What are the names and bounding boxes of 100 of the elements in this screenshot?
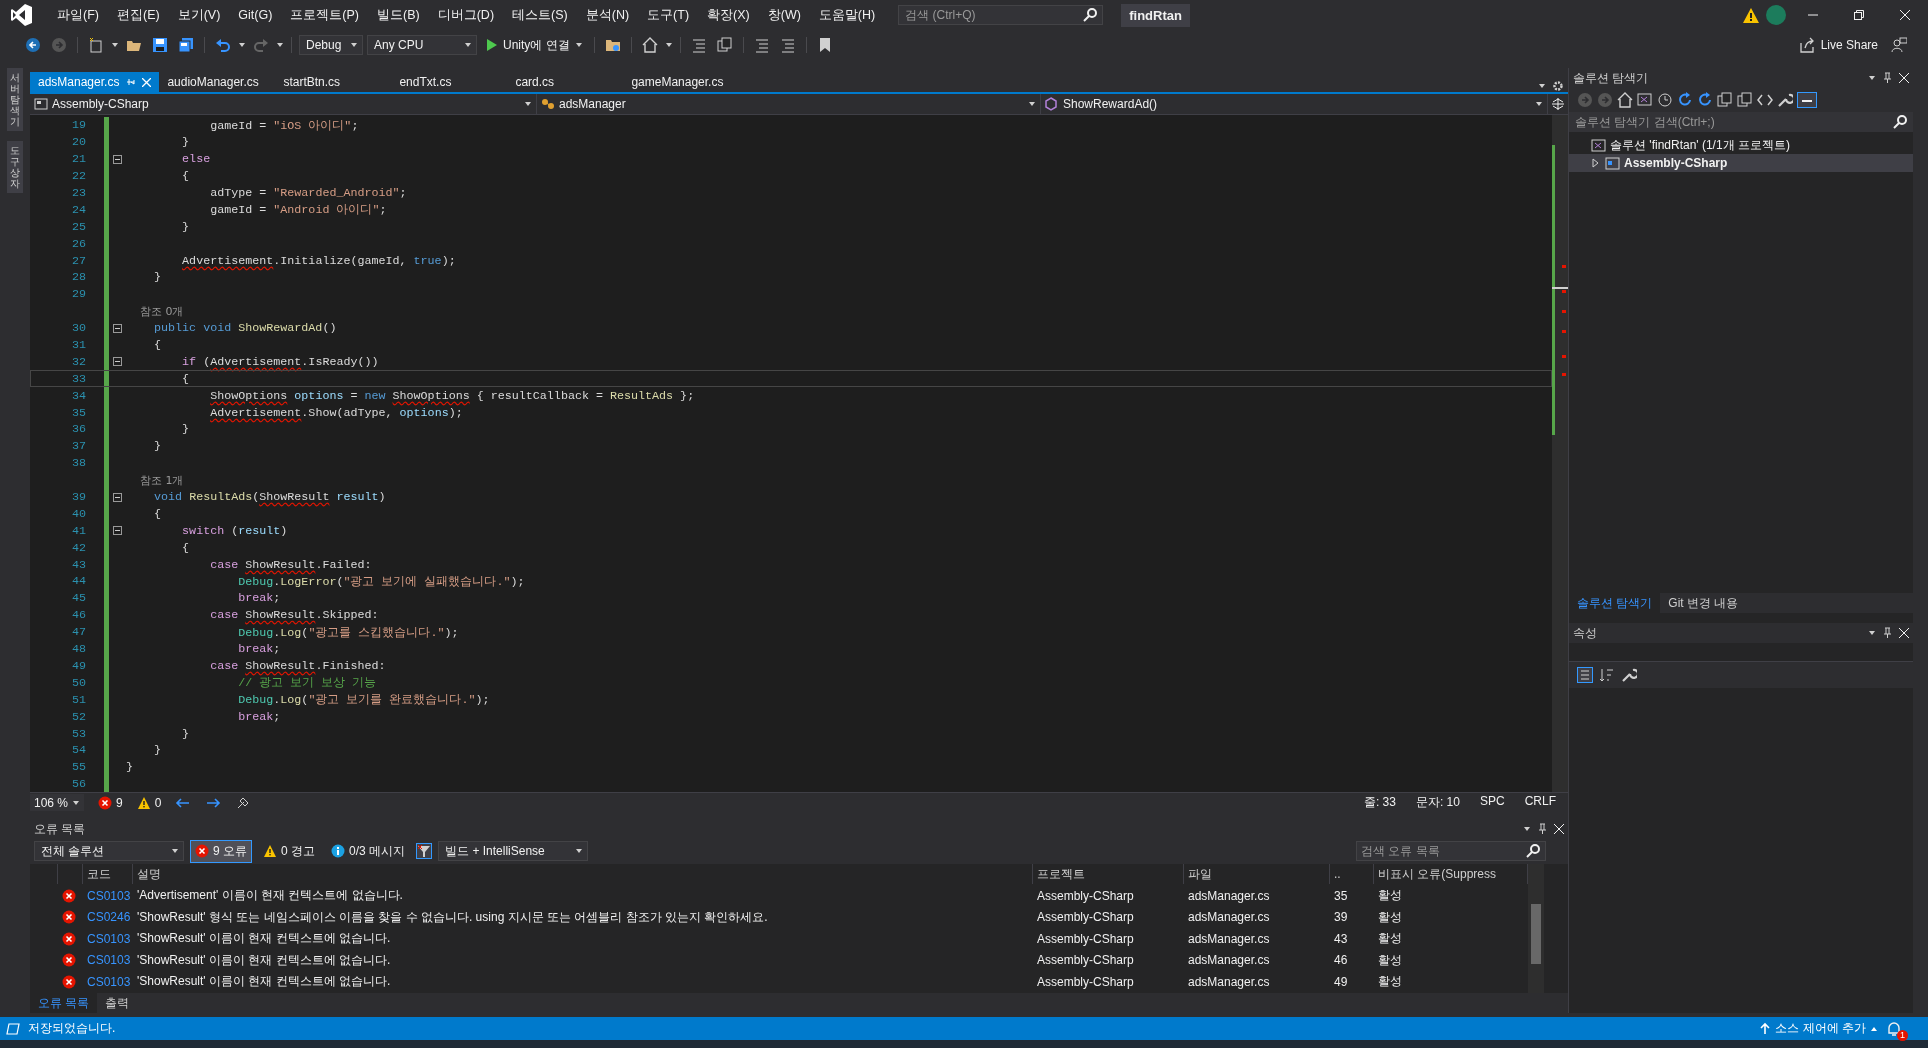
panel-tab[interactable]: 출력 bbox=[97, 993, 138, 1013]
error-code-link[interactable]: CS0103 bbox=[83, 971, 133, 992]
sort-icon[interactable] bbox=[1599, 667, 1615, 683]
collapse-icon[interactable] bbox=[113, 492, 122, 502]
caret-icon[interactable] bbox=[574, 41, 583, 49]
member-dropdown[interactable]: ShowRewardAd() bbox=[1041, 94, 1548, 114]
scope-dropdown[interactable]: 전체 솔루션 bbox=[34, 841, 184, 861]
caret-icon[interactable] bbox=[111, 41, 119, 49]
collapse-icon[interactable] bbox=[113, 357, 122, 367]
tree-item[interactable]: 솔루션 'findRtan' (1/1개 프로젝트) bbox=[1569, 136, 1913, 154]
collapse-icon[interactable] bbox=[113, 526, 122, 536]
menu-item[interactable]: 도구(T) bbox=[638, 2, 699, 28]
configuration-dropdown[interactable]: Debug bbox=[299, 35, 363, 55]
split-icon[interactable] bbox=[1552, 98, 1564, 110]
error-code-link[interactable]: CS0246 bbox=[83, 907, 133, 927]
menu-item[interactable]: 테스트(S) bbox=[503, 2, 577, 28]
document-tab[interactable]: audioManager.cs bbox=[159, 72, 276, 92]
caret-icon[interactable] bbox=[1523, 825, 1531, 833]
caret-icon[interactable] bbox=[664, 41, 673, 49]
search-icon[interactable] bbox=[1083, 8, 1098, 22]
copy-icon[interactable] bbox=[1737, 92, 1753, 108]
restore-icon[interactable] bbox=[1854, 10, 1864, 20]
column-position[interactable]: 문자: 10 bbox=[1415, 794, 1460, 811]
pin-icon[interactable] bbox=[1882, 72, 1893, 84]
menu-item[interactable]: 창(W) bbox=[758, 2, 810, 28]
avatar[interactable] bbox=[1766, 5, 1786, 25]
code-lens[interactable]: 참조 1개 bbox=[126, 472, 184, 488]
menu-item[interactable]: 확장(X) bbox=[698, 2, 759, 28]
menu-item[interactable]: 디버그(D) bbox=[428, 2, 504, 28]
search-icon[interactable] bbox=[1526, 844, 1540, 858]
categorized-icon[interactable] bbox=[1577, 667, 1593, 683]
home-icon[interactable] bbox=[1617, 92, 1633, 108]
filter-icon[interactable] bbox=[416, 843, 433, 859]
search-field[interactable]: 솔루션 탐색기 검색(Ctrl+;) bbox=[1569, 112, 1913, 132]
run-button[interactable]: Unity에 연결 bbox=[481, 34, 587, 56]
panel-tab[interactable]: 솔루션 탐색기 bbox=[1569, 593, 1661, 613]
close-icon[interactable] bbox=[1554, 824, 1564, 834]
scrollbar[interactable] bbox=[1528, 864, 1544, 993]
line-ending[interactable]: CRLF bbox=[1524, 794, 1556, 811]
caret-icon[interactable] bbox=[1028, 100, 1036, 108]
next-icon[interactable] bbox=[205, 796, 222, 809]
project-dropdown[interactable]: Assembly-CSharp bbox=[30, 94, 537, 114]
tree-item[interactable]: Assembly-CSharp bbox=[1569, 154, 1913, 172]
collapse-icon[interactable] bbox=[113, 323, 122, 333]
filter-button[interactable]: 0 경고 bbox=[258, 839, 321, 863]
bell-icon[interactable] bbox=[1886, 1020, 1902, 1037]
menu-item[interactable]: 편집(E) bbox=[107, 2, 169, 28]
caret-icon[interactable] bbox=[575, 847, 584, 855]
pin-icon[interactable] bbox=[1882, 627, 1893, 639]
document-tab[interactable]: startBtn.cs bbox=[275, 72, 392, 92]
source-control-button[interactable]: 소스 제어에 추가 bbox=[1759, 1020, 1878, 1037]
caret-icon[interactable] bbox=[72, 798, 80, 807]
document-tab[interactable]: card.cs bbox=[507, 72, 624, 92]
pin-icon[interactable] bbox=[1537, 823, 1548, 835]
live-share-button[interactable]: Live Share bbox=[1792, 34, 1884, 56]
menu-item[interactable]: 도움말(H) bbox=[809, 2, 885, 28]
class-dropdown[interactable]: adsManager bbox=[537, 94, 1041, 114]
previous-icon[interactable] bbox=[175, 796, 192, 809]
document-tab[interactable]: endTxt.cs bbox=[391, 72, 508, 92]
menu-item[interactable]: 프로젝트(P) bbox=[281, 2, 368, 28]
close-icon[interactable] bbox=[1899, 628, 1909, 638]
close-icon[interactable] bbox=[1900, 10, 1910, 20]
line-position[interactable]: 줄: 33 bbox=[1363, 794, 1396, 811]
warning-icon[interactable] bbox=[1742, 6, 1760, 24]
sync-icon[interactable] bbox=[1677, 92, 1693, 108]
menu-item[interactable]: 빌드(B) bbox=[368, 2, 429, 28]
solution-icon[interactable] bbox=[1637, 92, 1653, 108]
error-code-link[interactable]: CS0103 bbox=[83, 928, 133, 949]
history-icon[interactable] bbox=[1657, 92, 1673, 108]
copy-icon[interactable] bbox=[1717, 92, 1733, 108]
search-icon[interactable] bbox=[1893, 115, 1907, 129]
code-icon[interactable] bbox=[1757, 92, 1773, 108]
expand-arrow-icon[interactable] bbox=[1590, 158, 1600, 168]
search-field[interactable]: 검색 (Ctrl+Q) bbox=[898, 5, 1104, 25]
error-code-link[interactable]: CS0103 bbox=[83, 950, 133, 970]
caret-icon[interactable] bbox=[524, 100, 532, 108]
warning-count[interactable]: 0 bbox=[154, 795, 162, 810]
caret-icon[interactable] bbox=[1538, 82, 1546, 90]
caret-icon[interactable] bbox=[238, 41, 246, 49]
error-count[interactable]: 9 bbox=[116, 795, 123, 810]
menu-item[interactable]: 분석(N) bbox=[576, 2, 639, 28]
side-tab[interactable]: 서버 탐색기 bbox=[7, 68, 23, 131]
platform-dropdown[interactable]: Any CPU bbox=[367, 35, 477, 55]
filter-button[interactable]: 9 오류 bbox=[190, 839, 252, 863]
menu-item[interactable]: 파일(F) bbox=[48, 2, 108, 28]
caret-icon[interactable] bbox=[464, 41, 472, 49]
side-tab[interactable]: 도구 상자 bbox=[7, 141, 23, 193]
gear-icon[interactable] bbox=[1552, 80, 1564, 92]
editor-scrollbar[interactable] bbox=[1552, 115, 1568, 792]
caret-icon[interactable] bbox=[171, 847, 179, 855]
close-icon[interactable] bbox=[1899, 73, 1909, 83]
caret-icon[interactable] bbox=[1868, 74, 1876, 82]
document-tab[interactable]: gameManager.cs bbox=[623, 72, 740, 92]
search-field[interactable]: 검색 오류 목록 bbox=[1356, 841, 1546, 861]
caret-icon[interactable] bbox=[1535, 100, 1543, 108]
panel-tab[interactable]: 오류 목록 bbox=[30, 993, 98, 1013]
collapse-icon[interactable] bbox=[113, 154, 122, 164]
caret-icon[interactable] bbox=[1868, 629, 1876, 637]
code-lens[interactable]: 참조 0개 bbox=[126, 303, 184, 319]
minus-icon[interactable] bbox=[1797, 92, 1817, 108]
